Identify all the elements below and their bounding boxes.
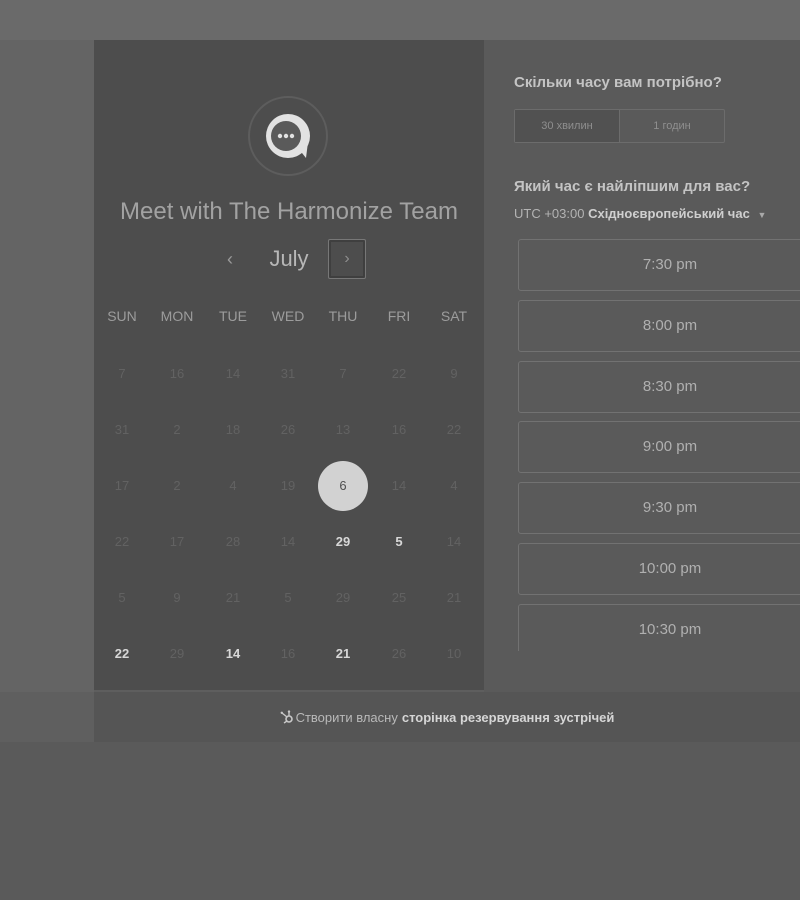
timezone-offset: UTC +03:00	[514, 206, 585, 221]
calendar-day: 21	[225, 590, 241, 605]
meeting-title: Meet with The Harmonize Team	[120, 198, 458, 225]
timezone-selector[interactable]: UTC +03:00 Східноєвропейський час ▼	[514, 206, 766, 221]
time-selection-panel: Скільки часу вам потрібно? 30 хвилин 1 г…	[484, 40, 800, 692]
calendar-day: 22	[446, 422, 462, 437]
weekday-fri: FRI	[387, 308, 411, 324]
time-slot-label: 7:30 pm	[642, 256, 698, 273]
calendar-day: 16	[391, 422, 407, 437]
calendar-day: 5	[118, 590, 126, 605]
next-month-button[interactable]: ›	[328, 239, 366, 279]
calendar-day-selected[interactable]: 6	[318, 461, 368, 511]
calendar-day: 31	[114, 422, 130, 437]
calendar-day: 7	[118, 366, 126, 381]
month-navigation: ‹ July ›	[94, 238, 484, 280]
calendar-day-available[interactable]: 22	[97, 629, 147, 679]
calendar-day: 25	[391, 590, 407, 605]
duration-question: Скільки часу вам потрібно?	[514, 74, 722, 91]
calendar-day: 9	[173, 590, 181, 605]
calendar-day: 22	[391, 366, 407, 381]
chat-logo-icon	[264, 112, 312, 160]
calendar-day: 2	[173, 422, 181, 437]
bottom-margin	[0, 692, 94, 742]
time-slot-button[interactable]: 9:30 pm	[518, 482, 800, 534]
calendar-day: 7	[339, 366, 347, 381]
month-label: July	[269, 246, 309, 271]
time-slot-label: 8:30 pm	[642, 378, 698, 395]
duration-toggle: 30 хвилин 1 годин	[514, 109, 725, 143]
calendar-day: 21	[446, 590, 462, 605]
calendar-day: 17	[169, 534, 185, 549]
page-backdrop	[0, 742, 800, 900]
calendar-day: 29	[169, 646, 185, 661]
left-margin	[0, 40, 94, 692]
calendar-day: 26	[391, 646, 407, 661]
weekday-sat: SAT	[440, 308, 468, 324]
weekday-sun: SUN	[107, 308, 137, 324]
time-slot-button[interactable]: 10:00 pm	[518, 543, 800, 595]
time-slot-label: 8:00 pm	[642, 317, 698, 334]
calendar-panel: Meet with The Harmonize Team ‹ July › SU…	[94, 40, 484, 690]
calendar-day: 14	[280, 534, 296, 549]
time-slot-button[interactable]: 10:30 pm	[518, 604, 800, 651]
time-slot-label: 10:00 pm	[638, 560, 702, 577]
calendar-day-available[interactable]: 14	[208, 629, 258, 679]
calendar-day: 28	[225, 534, 241, 549]
calendar-day: 10	[446, 646, 462, 661]
footer-link-prefix[interactable]: Створити власну	[296, 710, 398, 725]
top-bar	[0, 0, 800, 40]
previous-month-button[interactable]: ‹	[215, 244, 245, 274]
time-slot-button[interactable]: 7:30 pm	[518, 239, 800, 291]
calendar-day: 16	[169, 366, 185, 381]
calendar-day: 31	[280, 366, 296, 381]
calendar-day-available[interactable]: 29	[318, 517, 368, 567]
calendar-day: 14	[391, 478, 407, 493]
calendar-day: 19	[280, 478, 296, 493]
hubspot-sprocket-icon	[280, 710, 294, 724]
timezone-name: Східноєвропейський час	[588, 206, 750, 221]
duration-option-30min[interactable]: 30 хвилин	[515, 110, 620, 142]
weekday-wed: WED	[271, 308, 305, 324]
time-slot-label: 9:30 pm	[642, 499, 698, 516]
duration-option-1hour[interactable]: 1 годин	[620, 110, 724, 142]
time-slot-label: 9:00 pm	[642, 438, 698, 455]
calendar-day: 4	[229, 478, 237, 493]
weekday-header: SUN MON TUE WED THU FRI SAT	[94, 308, 484, 328]
calendar-day: 2	[173, 478, 181, 493]
caret-down-icon: ▼	[757, 210, 767, 220]
calendar-day: 17	[114, 478, 130, 493]
calendar-day-available[interactable]: 21	[318, 629, 368, 679]
time-slot-button[interactable]: 9:00 pm	[518, 421, 800, 473]
calendar-day: 22	[114, 534, 130, 549]
time-slot-button[interactable]: 8:30 pm	[518, 361, 800, 413]
calendar-day: 26	[280, 422, 296, 437]
weekday-tue: TUE	[219, 308, 247, 324]
time-slot-list: 7:30 pm 8:00 pm 8:30 pm 9:00 pm 9:30 pm …	[518, 239, 800, 651]
calendar-day: 5	[284, 590, 292, 605]
footer-bar: Створити власну сторінка резервування зу…	[94, 692, 800, 742]
time-slot-button[interactable]: 8:00 pm	[518, 300, 800, 352]
calendar-day: 14	[446, 534, 462, 549]
time-slot-label: 10:30 pm	[638, 621, 702, 638]
time-question: Який час є найліпшим для вас?	[514, 178, 751, 195]
calendar-day: 18	[225, 422, 241, 437]
weekday-mon: MON	[160, 308, 194, 324]
calendar-day: 14	[225, 366, 241, 381]
calendar-day: 9	[450, 366, 458, 381]
footer-link[interactable]: сторінка резервування зустрічей	[402, 710, 615, 725]
weekday-thu: THU	[328, 308, 358, 324]
calendar-day: 29	[335, 590, 351, 605]
calendar-day-available[interactable]: 5	[374, 517, 424, 567]
calendar-day: 13	[335, 422, 351, 437]
calendar-day: 4	[450, 478, 458, 493]
calendar-day: 16	[280, 646, 296, 661]
